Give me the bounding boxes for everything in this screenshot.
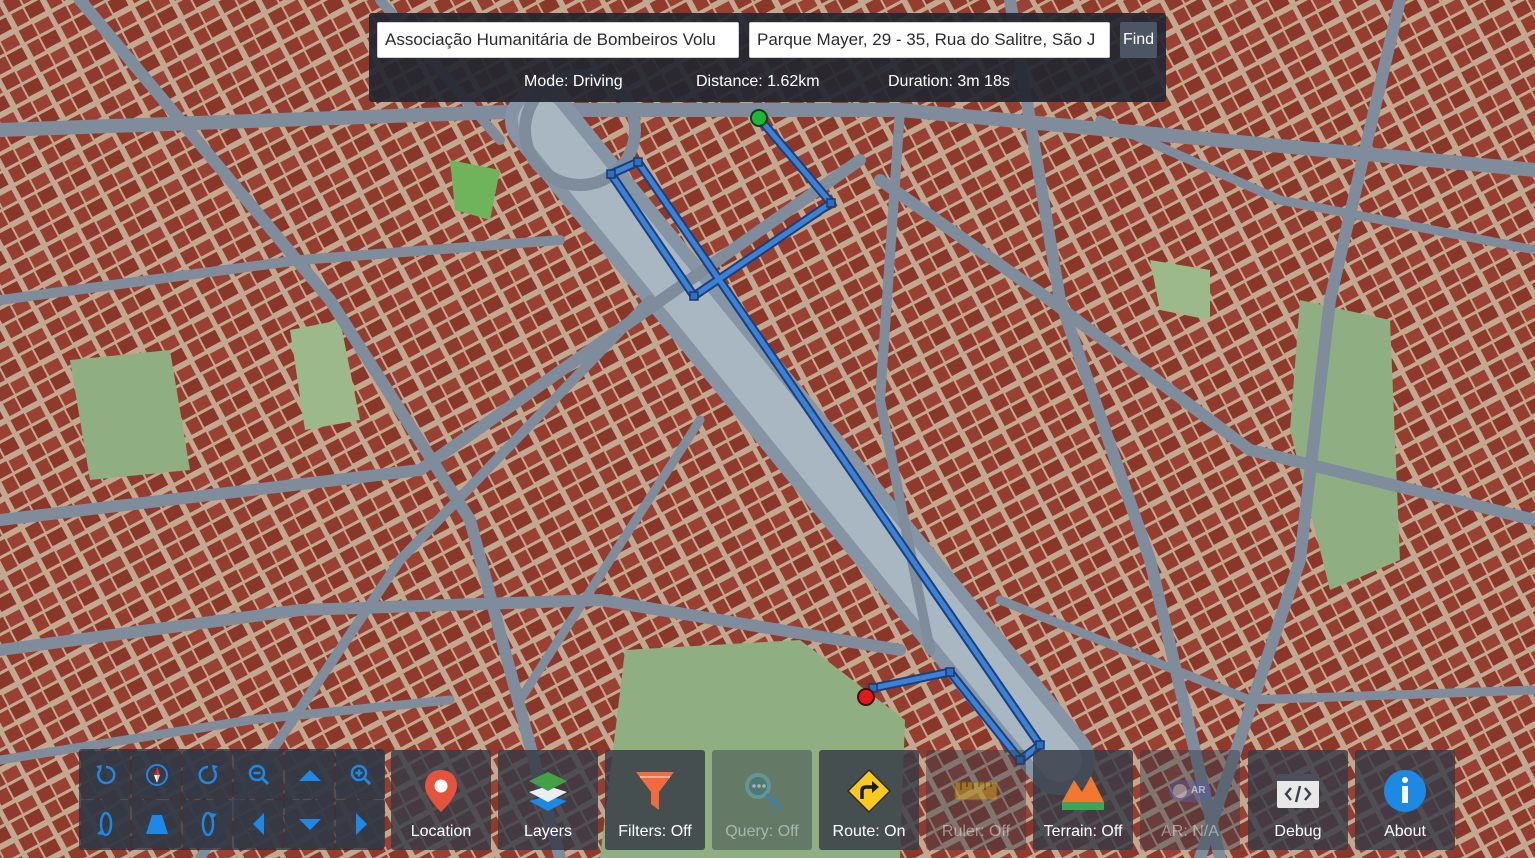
route-end-marker[interactable] <box>857 688 875 706</box>
route-origin-input[interactable]: Associação Humanitária de Bombeiros Volu <box>377 22 739 58</box>
debug-label: Debug <box>1274 823 1322 840</box>
rotate-right-icon[interactable] <box>183 751 232 799</box>
map-canvas[interactable] <box>0 0 1535 858</box>
ruler-label: Ruler: Off <box>941 823 1011 840</box>
info-icon <box>1384 770 1426 812</box>
route-button[interactable]: Route: On <box>819 750 919 850</box>
ar-button[interactable]: AR: N/A AR <box>1140 750 1240 850</box>
location-label: Location <box>410 823 472 840</box>
route-panel: Associação Humanitária de Bombeiros Volu… <box>369 13 1166 102</box>
layers-label: Layers <box>523 823 573 840</box>
zoom-in-icon[interactable] <box>336 751 385 799</box>
route-distance-text: Distance: 1.62km <box>696 73 820 90</box>
compass-icon[interactable] <box>132 751 181 799</box>
ar-badge-text: AR <box>1191 785 1206 796</box>
route-duration-text: Duration: 3m 18s <box>888 73 1010 90</box>
query-label: Query: Off <box>725 823 799 840</box>
debug-code-icon <box>1277 774 1319 808</box>
about-label: About <box>1384 823 1426 840</box>
route-mode-text: Mode: Driving <box>524 73 623 90</box>
rotate-left-icon[interactable] <box>81 751 130 799</box>
terrain-mountain-icon <box>1062 776 1104 810</box>
tilt-perspective-icon[interactable] <box>132 800 181 848</box>
layers-button[interactable]: Layers <box>498 750 598 850</box>
pan-left-icon[interactable] <box>234 800 283 848</box>
pan-right-icon[interactable] <box>336 800 385 848</box>
tilt-right-icon[interactable] <box>183 800 232 848</box>
ruler-button[interactable]: Ruler: Off <box>926 750 1026 850</box>
navigation-controls <box>79 749 385 850</box>
ruler-icon <box>954 781 998 801</box>
filter-funnel-icon <box>636 772 674 810</box>
tilt-left-icon[interactable] <box>81 800 130 848</box>
ar-label: AR: N/A <box>1161 823 1219 840</box>
pan-up-icon[interactable] <box>285 751 334 799</box>
pan-down-icon[interactable] <box>285 800 334 848</box>
debug-button[interactable]: Debug <box>1248 750 1348 850</box>
location-button[interactable]: Location <box>391 750 491 850</box>
ar-toggle-icon <box>1169 780 1211 802</box>
layers-icon <box>529 772 567 811</box>
query-search-icon <box>745 773 782 810</box>
terrain-button[interactable]: Terrain: Off <box>1033 750 1133 850</box>
location-pin-icon <box>425 770 457 812</box>
route-label: Route: On <box>832 823 906 840</box>
filters-button[interactable]: Filters: Off <box>605 750 705 850</box>
query-button[interactable]: Query: Off <box>712 750 812 850</box>
route-destination-input[interactable]: Parque Mayer, 29 - 35, Rua do Salitre, S… <box>749 22 1110 58</box>
about-button[interactable]: About <box>1355 750 1455 850</box>
filters-label: Filters: Off <box>618 823 692 840</box>
find-route-button[interactable]: Find <box>1120 22 1157 58</box>
zoom-out-icon[interactable] <box>234 751 283 799</box>
route-sign-icon <box>846 768 892 814</box>
terrain-label: Terrain: Off <box>1043 823 1123 840</box>
route-start-marker[interactable] <box>750 109 768 127</box>
